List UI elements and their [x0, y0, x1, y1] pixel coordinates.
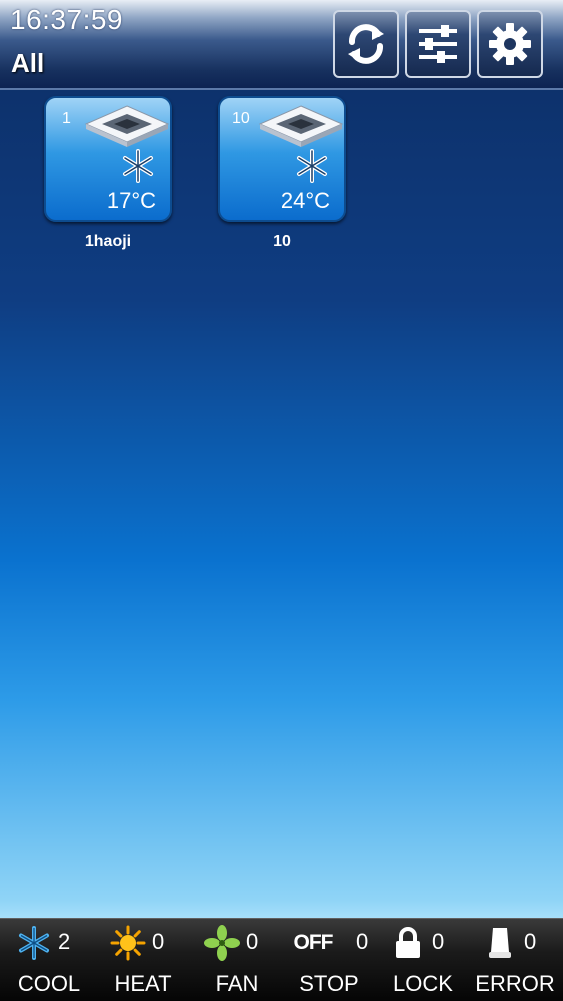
settings-button[interactable] — [477, 10, 543, 78]
lock-icon — [390, 925, 426, 961]
device-name: 10 — [273, 233, 291, 250]
cassette-ac-icon — [84, 105, 170, 147]
refresh-button[interactable] — [333, 10, 399, 78]
sun-icon — [110, 925, 146, 961]
heat-label: HEAT — [114, 971, 172, 996]
cool-label: COOL — [17, 971, 81, 996]
clock-time: 16:37:59 — [10, 4, 123, 35]
lock-count: 0 — [432, 929, 445, 954]
error-count: 0 — [524, 929, 537, 954]
lock-label: LOCK — [393, 971, 453, 996]
device-name: 1haoji — [84, 233, 132, 250]
group-title: All — [11, 48, 45, 78]
filter-button[interactable] — [405, 10, 471, 78]
device-temperature: 17°C — [106, 188, 156, 213]
error-icon — [482, 925, 518, 961]
lock-status[interactable]: 0 LOCK — [376, 919, 470, 1001]
refresh-icon — [348, 24, 384, 64]
heat-status[interactable]: 0 HEAT — [96, 919, 190, 1001]
fan-status[interactable]: 0 FAN — [190, 919, 284, 1001]
device-temperature: 24°C — [280, 188, 330, 213]
off-text: OFF — [293, 931, 334, 954]
status-bar: 2 COOL 0 HEAT 0 FAN OFF 0 STOP 0 LOCK 0 … — [0, 918, 563, 1001]
gear-icon — [489, 23, 531, 65]
device-tile-10[interactable]: 10 24°C — [218, 96, 346, 222]
stop-count: 0 — [356, 929, 369, 954]
fan-count: 0 — [246, 929, 259, 954]
snowflake-icon — [297, 149, 327, 183]
snowflake-icon — [123, 149, 153, 183]
stop-status[interactable]: OFF 0 STOP — [282, 919, 376, 1001]
stop-label: STOP — [299, 971, 359, 996]
error-label: ERROR — [475, 971, 555, 996]
off-icon: OFF — [288, 925, 338, 961]
header-bar: 16:37:59 All — [0, 0, 563, 90]
device-number: 10 — [232, 110, 250, 127]
device-tile-1[interactable]: 1 17°C — [44, 96, 172, 222]
snowflake-icon — [16, 925, 52, 961]
cool-count: 2 — [58, 929, 71, 954]
fan-icon — [204, 925, 240, 961]
heat-count: 0 — [152, 929, 165, 954]
device-number: 1 — [62, 110, 71, 127]
cool-status[interactable]: 2 COOL — [2, 919, 96, 1001]
error-status[interactable]: 0 ERROR — [468, 919, 562, 1001]
cassette-ac-icon — [258, 105, 344, 147]
fan-label: FAN — [215, 971, 259, 996]
sliders-icon — [419, 25, 457, 63]
